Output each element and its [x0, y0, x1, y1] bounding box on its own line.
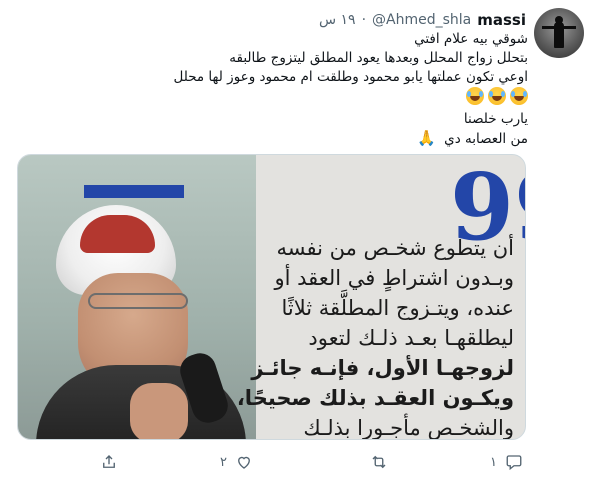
like-count: ٢: [220, 454, 227, 470]
tweet-actions: ١ ٢: [60, 450, 528, 474]
retweet-icon: [372, 455, 386, 469]
tweet-line: بتحلل زواج المحلل وبعدها يعود المطلق ليت…: [229, 50, 528, 66]
tweet-line-with-emoji: من العصابه دي 🙏: [60, 129, 528, 149]
quote-line: لزوجهـا الأول، فإنـه جائـز: [251, 356, 514, 380]
reply-button[interactable]: ١: [490, 450, 523, 474]
tweet-text: شوقي بيه علام افتي بتحلل زواج المحلل وبع…: [60, 30, 528, 149]
accent-bar: [84, 185, 184, 198]
quote-line: ويكـون العقـد بذلك صحيحًا،: [236, 386, 514, 410]
tweet-line: من العصابه دي: [444, 131, 528, 147]
emoji-row: [60, 87, 528, 106]
tweet-line: يارب خلصنا: [463, 111, 528, 127]
reply-icon: [506, 455, 522, 471]
tears-of-joy-icon: [466, 87, 484, 105]
quote-line: عنده، ويتـزوج المطلَّقة ثلاثًا: [281, 296, 514, 320]
tweet-header: ١٩ س · @Ahmed_shla massi: [300, 9, 526, 31]
tears-of-joy-icon: [510, 87, 528, 105]
tweet-media-image[interactable]: 99 أن يتطوع شخـص من نفسه وبـدون اشتراطٍ …: [17, 154, 526, 440]
share-button[interactable]: [100, 450, 118, 474]
folded-hands-icon: 🙏: [417, 129, 436, 147]
quote-line: والشخـص مأجـورا بذلـك: [303, 416, 514, 440]
heart-icon: [238, 456, 250, 469]
tweet-line: اوعي تكون عملتها يابو محمود وطلقت ام محم…: [173, 69, 529, 85]
share-icon: [103, 455, 115, 468]
like-button[interactable]: ٢: [220, 450, 253, 474]
user-name[interactable]: massi: [477, 11, 526, 29]
tweet-time[interactable]: ١٩ س: [319, 12, 356, 28]
tears-of-joy-icon: [488, 87, 506, 105]
quote-line: أن يتطوع شخـص من نفسه: [276, 236, 514, 260]
avatar[interactable]: [534, 8, 584, 58]
user-handle[interactable]: @Ahmed_shla: [372, 12, 471, 28]
tweet[interactable]: ١٩ س · @Ahmed_shla massi شوقي بيه علام ا…: [0, 0, 601, 492]
tweet-line: شوقي بيه علام افتي: [414, 31, 528, 47]
glasses: [88, 293, 188, 309]
separator-dot: ·: [361, 12, 367, 28]
retweet-button[interactable]: [370, 450, 396, 474]
quote-line: وبـدون اشتراطٍ في العقد أو: [274, 266, 514, 290]
quote-text: أن يتطوع شخـص من نفسه وبـدون اشتراطٍ في …: [236, 233, 514, 440]
quote-line: ليطلقهـا بعـد ذلـك لتعود: [308, 326, 514, 350]
reply-count: ١: [490, 454, 497, 470]
avatar-figure: [554, 22, 564, 48]
hand: [130, 383, 188, 439]
